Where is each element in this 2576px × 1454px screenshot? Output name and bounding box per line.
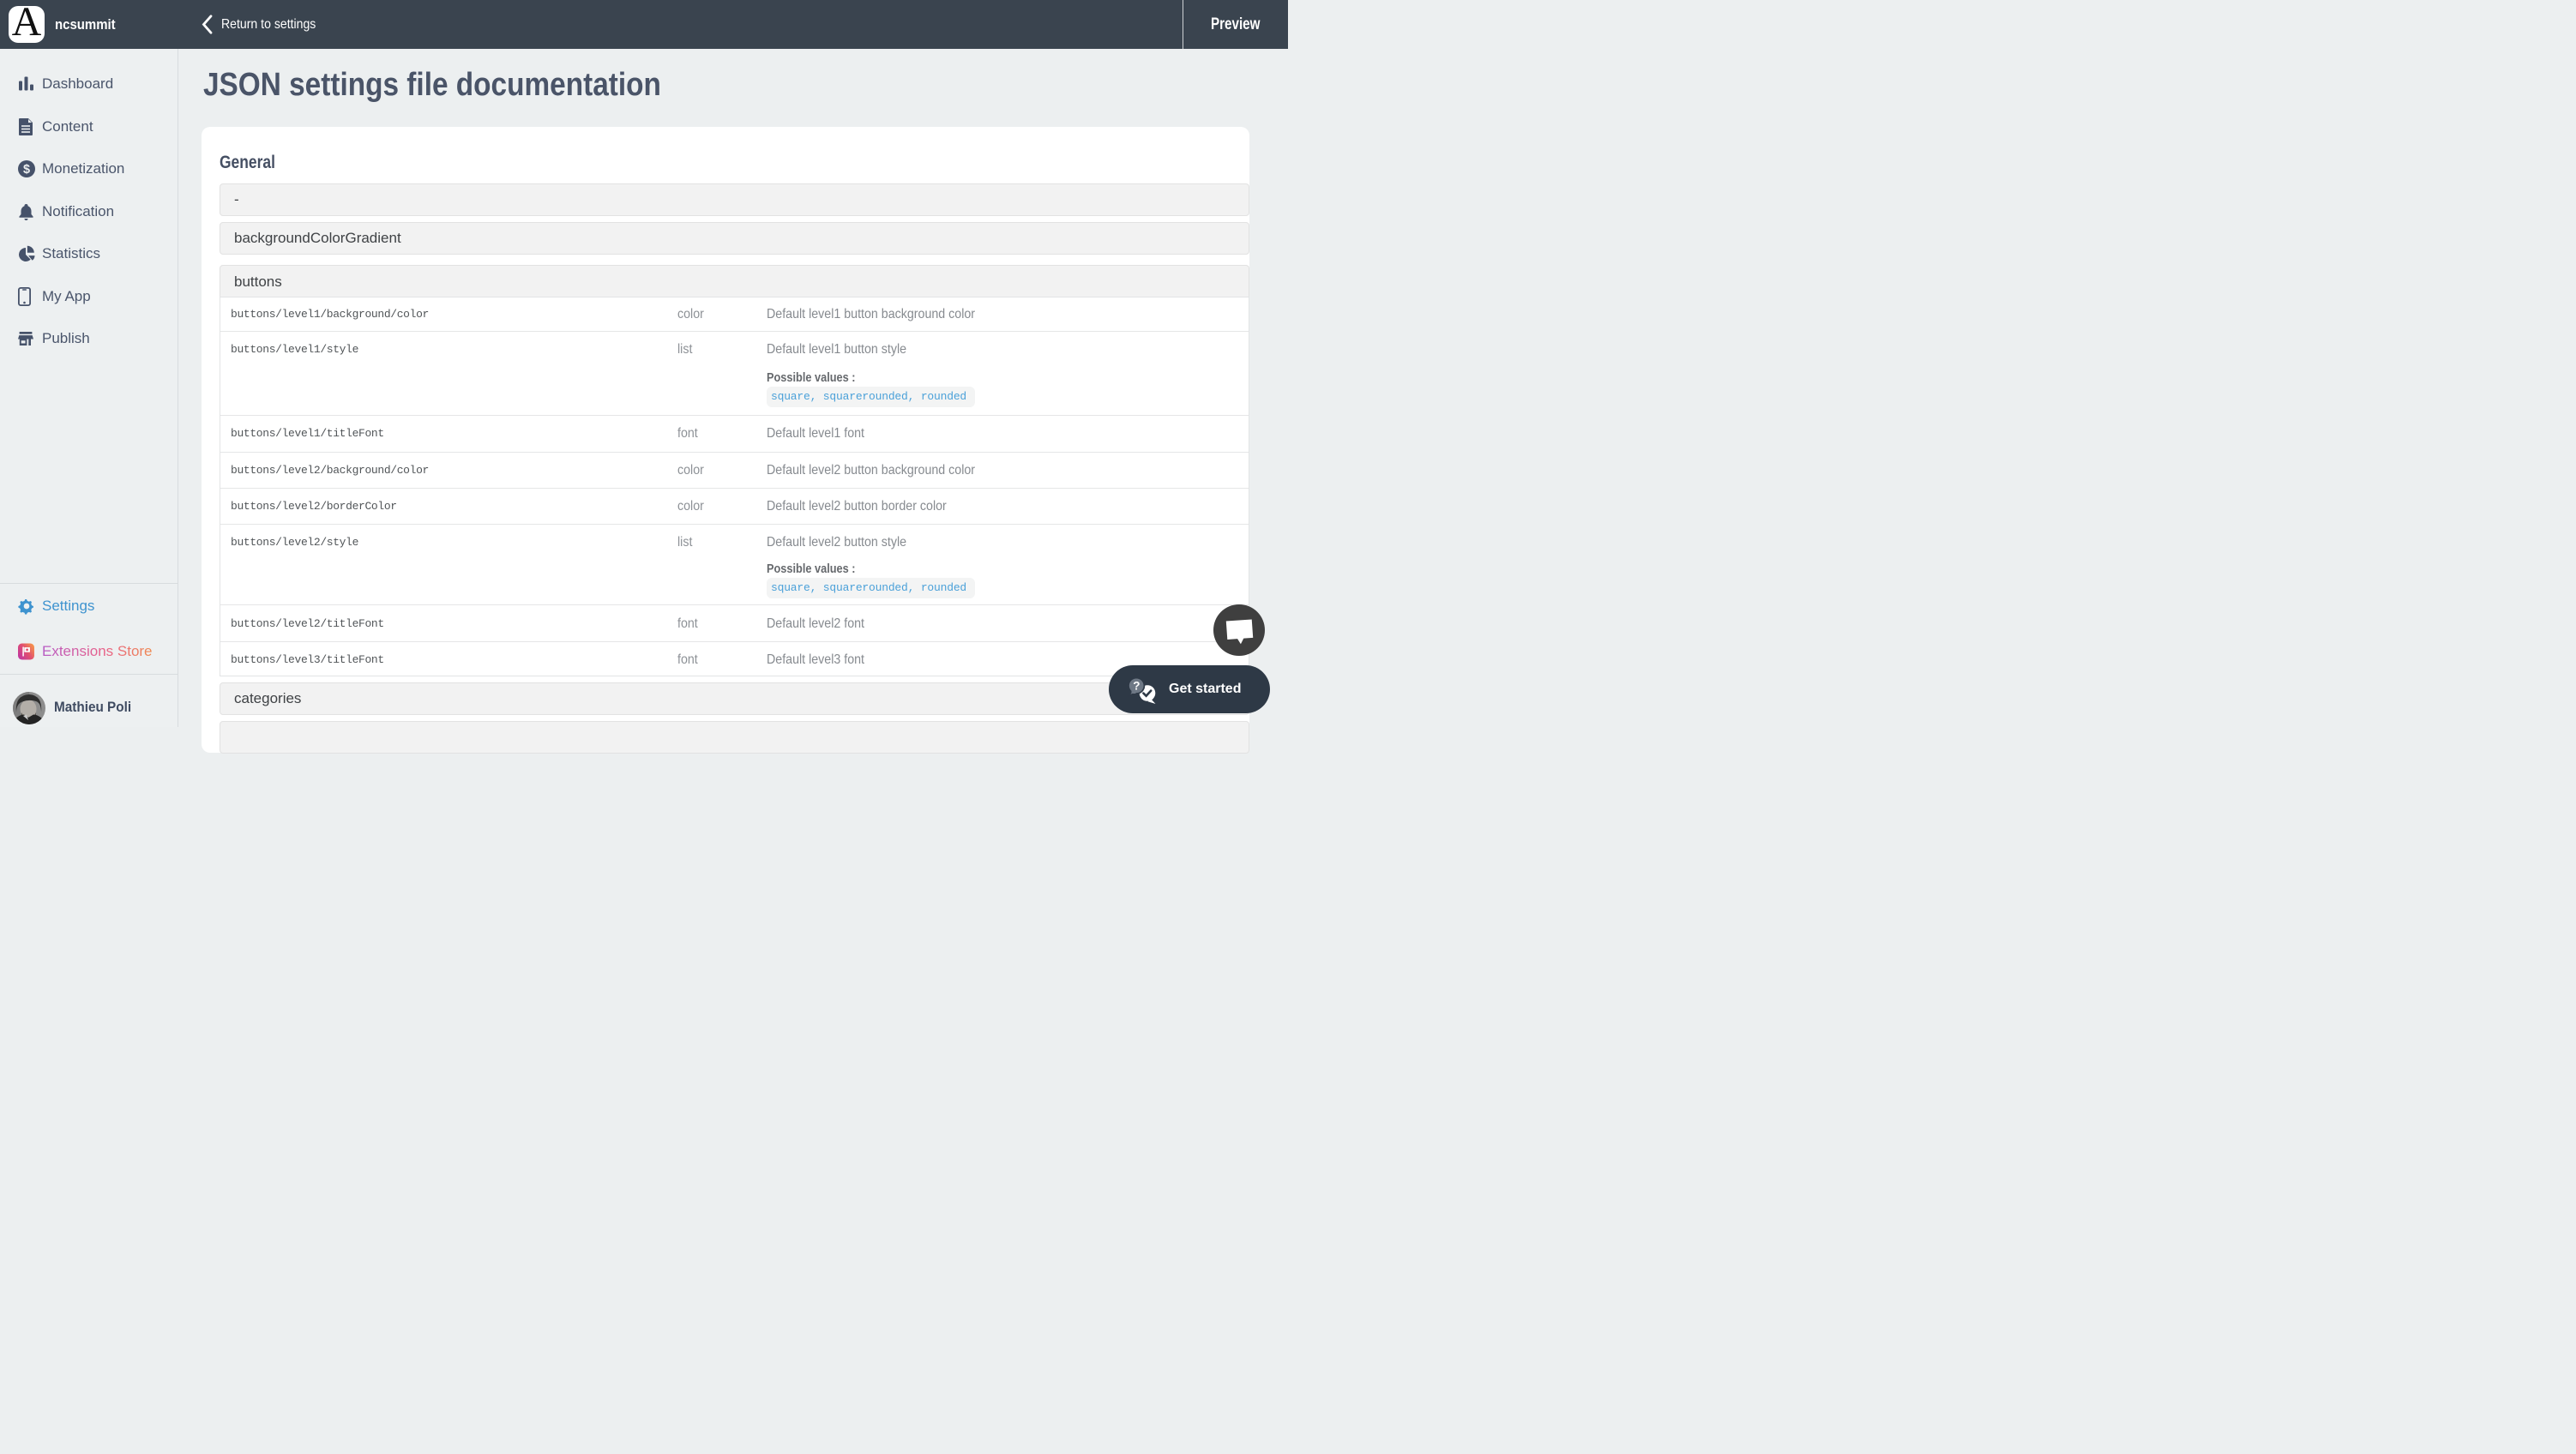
svg-text:?: ? xyxy=(1133,679,1140,692)
svg-text:$: $ xyxy=(23,163,30,177)
